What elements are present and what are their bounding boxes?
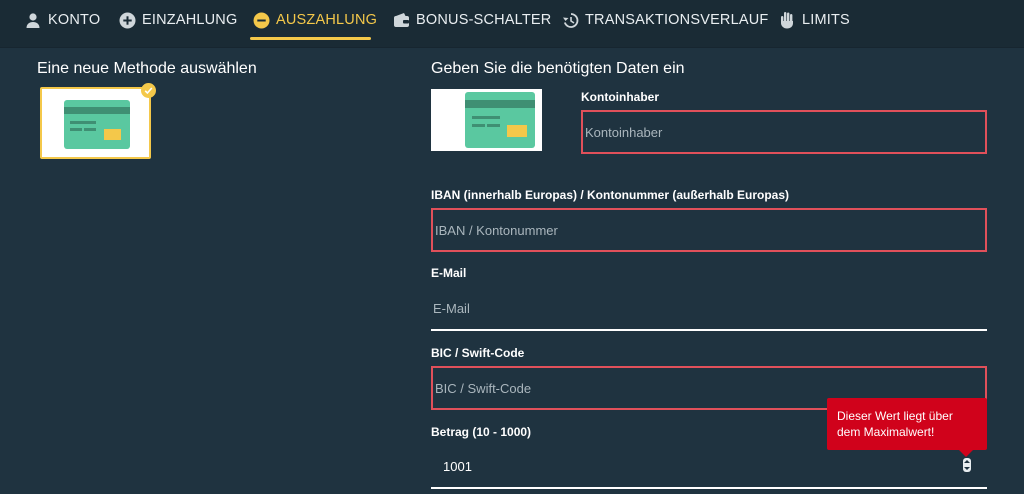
minus-circle-icon [252, 11, 270, 29]
credit-card-icon [465, 92, 535, 148]
hand-icon [778, 11, 796, 29]
nav-item-bonus-schalter[interactable]: BONUS-SCHALTER [392, 0, 551, 40]
plus-circle-icon [118, 11, 136, 29]
selected-check-icon [141, 83, 156, 98]
iban-input[interactable] [431, 208, 987, 252]
bic-label: BIC / Swift-Code [431, 346, 525, 360]
number-stepper-icon[interactable] [963, 458, 971, 472]
selected-method-preview [431, 89, 542, 151]
top-navigation: KONTO EINZAHLUNG AUSZAHLUNG BONUS-SCHALT… [0, 0, 1024, 47]
nav-label: KONTO [48, 12, 101, 28]
betrag-input[interactable] [431, 445, 987, 489]
history-icon [561, 11, 579, 29]
nav-item-einzahlung[interactable]: EINZAHLUNG [118, 0, 237, 40]
betrag-label: Betrag (10 - 1000) [431, 425, 532, 439]
nav-item-transaktionsverlauf[interactable]: TRANSAKTIONSVERLAUF [561, 0, 768, 40]
kontoinhaber-label: Kontoinhaber [581, 90, 659, 104]
credit-card-icon [64, 100, 130, 149]
active-tab-indicator [250, 37, 371, 40]
wallet-icon [392, 11, 410, 29]
iban-label: IBAN (innerhalb Europas) / Kontonummer (… [431, 188, 790, 202]
nav-label: EINZAHLUNG [142, 12, 238, 28]
user-icon [24, 11, 42, 29]
nav-item-auszahlung[interactable]: AUSZAHLUNG [252, 0, 377, 40]
payment-method-tile[interactable] [40, 87, 151, 159]
left-heading: Eine neue Methode auswählen [37, 60, 257, 77]
tooltip-arrow [959, 450, 973, 457]
kontoinhaber-input[interactable] [581, 110, 987, 154]
validation-tooltip: Dieser Wert liegt über dem Maximalwert! [827, 398, 987, 450]
nav-item-limits[interactable]: LIMITS [778, 0, 850, 40]
nav-label: TRANSAKTIONSVERLAUF [585, 12, 769, 28]
nav-item-konto[interactable]: KONTO [24, 0, 100, 40]
nav-label: LIMITS [802, 12, 850, 28]
nav-label: BONUS-SCHALTER [416, 12, 552, 28]
nav-label: AUSZAHLUNG [276, 12, 378, 28]
email-input[interactable] [431, 288, 987, 331]
email-label: E-Mail [431, 266, 467, 280]
right-heading: Geben Sie die benötigten Daten ein [431, 60, 685, 77]
